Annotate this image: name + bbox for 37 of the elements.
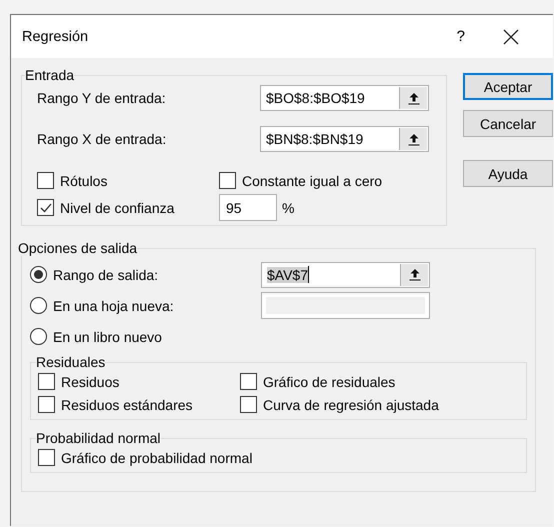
radio-button[interactable] bbox=[30, 266, 47, 283]
checkbox-label: Constante igual a cero bbox=[242, 172, 382, 188]
checkbox[interactable] bbox=[38, 396, 55, 413]
check-icon bbox=[40, 202, 52, 214]
checkbox-label: Gráfico de residuales bbox=[263, 374, 396, 390]
field-label: Rango Y de entrada: bbox=[37, 90, 167, 106]
dialog-button[interactable]: Aceptar bbox=[463, 73, 553, 100]
confidence-field[interactable]: 95 bbox=[219, 194, 277, 221]
checkbox[interactable] bbox=[37, 172, 54, 189]
radio-button[interactable] bbox=[30, 328, 47, 345]
dialog-button[interactable]: Cancelar bbox=[463, 110, 553, 137]
checkbox-label: Residuos estándares bbox=[61, 396, 193, 412]
unit-label: % bbox=[282, 200, 294, 216]
checkbox[interactable] bbox=[240, 373, 257, 390]
checkbox-label: Rótulos bbox=[60, 172, 108, 188]
checkbox[interactable] bbox=[240, 396, 257, 413]
group-title: Opciones de salida bbox=[18, 240, 138, 256]
checkbox-label: Residuos bbox=[61, 374, 120, 390]
dialog-button[interactable]: Ayuda bbox=[463, 160, 553, 187]
checkbox[interactable] bbox=[38, 373, 55, 390]
checkbox-label: Gráfico de probabilidad normal bbox=[61, 450, 252, 466]
radio-label: Rango de salida: bbox=[53, 266, 158, 282]
checkbox[interactable] bbox=[219, 172, 236, 189]
field-label: Rango X de entrada: bbox=[37, 131, 168, 147]
radio-label: En una hoja nueva: bbox=[53, 298, 174, 314]
checkbox-label: Nivel de confianza bbox=[60, 200, 174, 216]
checkbox-label: Curva de regresión ajustada bbox=[263, 396, 439, 412]
window-title: Regresión bbox=[22, 28, 90, 44]
help-button[interactable]: ? bbox=[456, 28, 465, 45]
radio-label: En un libro nuevo bbox=[53, 328, 162, 344]
group-title: Probabilidad normal bbox=[36, 430, 161, 446]
group-title: Entrada bbox=[25, 67, 74, 83]
checkbox[interactable] bbox=[37, 199, 54, 216]
radio-button[interactable] bbox=[30, 297, 47, 314]
checkbox[interactable] bbox=[38, 449, 55, 466]
close-icon[interactable] bbox=[503, 28, 519, 44]
group-title: Residuales bbox=[36, 354, 106, 370]
